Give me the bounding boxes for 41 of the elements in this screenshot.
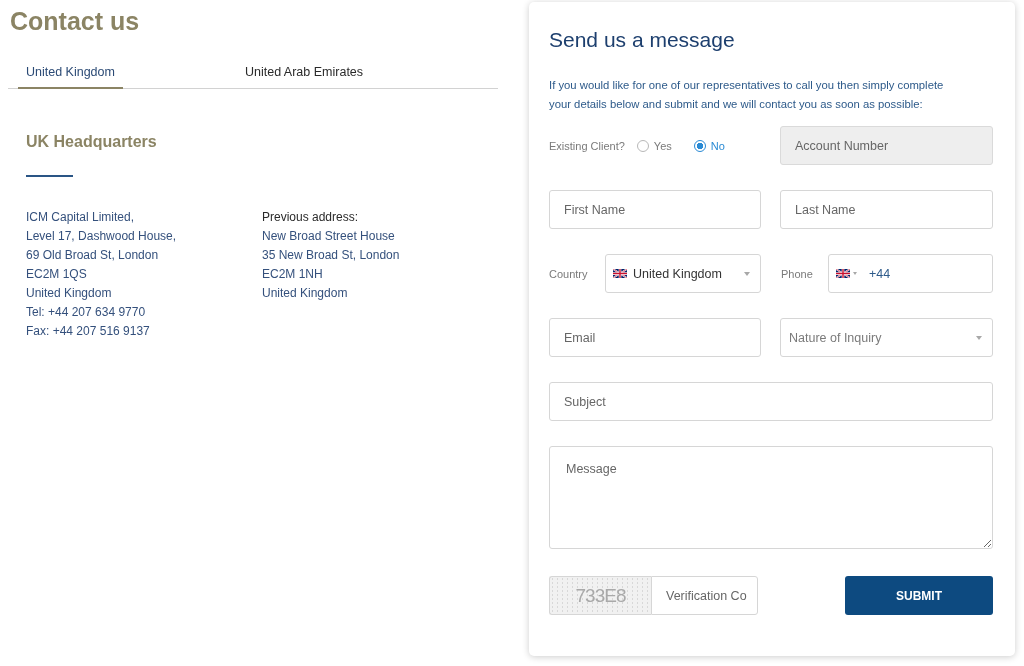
- phone-field[interactable]: +44: [828, 254, 993, 293]
- form-intro: If you would like for one of our representatives to call you then simply complete your details below and submit and we will contact you as soon as possible:: [549, 78, 945, 112]
- caret-icon: [976, 335, 982, 340]
- phone-label: Phone: [780, 267, 814, 280]
- radio-label: Yes: [653, 139, 672, 152]
- email-field[interactable]: Email: [549, 318, 761, 357]
- last-name-field[interactable]: Last Name: [780, 190, 993, 229]
- country-label: Country: [549, 267, 589, 280]
- radio-button[interactable]: [636, 139, 649, 152]
- address-line: ICM Capital Limited,: [26, 209, 136, 226]
- address-line: Level 17, Dashwood House,: [26, 228, 178, 245]
- existing-client-label: Existing Client?: [549, 139, 625, 152]
- tab[interactable]: United Arab Emirates: [236, 58, 372, 89]
- address-line: New Broad Street House: [262, 228, 396, 245]
- tab[interactable]: United Kingdom: [18, 58, 123, 89]
- submit-button[interactable]: SUBMIT: [845, 576, 993, 615]
- radio-label: No: [710, 139, 725, 152]
- caret-icon: [853, 272, 857, 275]
- captcha-image: 733E8: [549, 576, 651, 615]
- address-line: United Kingdom: [262, 285, 349, 302]
- address-line: 69 Old Broad St, London: [26, 247, 160, 264]
- caret-icon: [744, 271, 750, 276]
- verification-field[interactable]: Verification Co: [651, 576, 758, 615]
- page-title: Contact us: [10, 6, 141, 36]
- country-select[interactable]: United Kingdom: [605, 254, 761, 293]
- address-line: Fax: +44 207 516 9137: [26, 323, 151, 340]
- flag-icon: [836, 269, 850, 278]
- previous-address-heading: Previous address:: [262, 209, 360, 226]
- address-line: EC2M 1NH: [262, 266, 324, 283]
- office-heading: UK Headquarters: [26, 132, 158, 152]
- form-title: Send us a message: [549, 27, 736, 53]
- address-line: EC2M 1QS: [26, 266, 88, 283]
- inquiry-select[interactable]: Nature of Inquiry: [780, 318, 993, 357]
- radio-button[interactable]: [693, 139, 706, 152]
- flag-icon: [613, 269, 627, 278]
- subject-field[interactable]: Subject: [549, 382, 993, 421]
- first-name-field[interactable]: First Name: [549, 190, 761, 229]
- address-line: Tel: +44 207 634 9770: [26, 304, 147, 321]
- address-line: United Kingdom: [26, 285, 113, 302]
- address-line: 35 New Broad St, London: [262, 247, 401, 264]
- message-field[interactable]: Message: [549, 446, 993, 549]
